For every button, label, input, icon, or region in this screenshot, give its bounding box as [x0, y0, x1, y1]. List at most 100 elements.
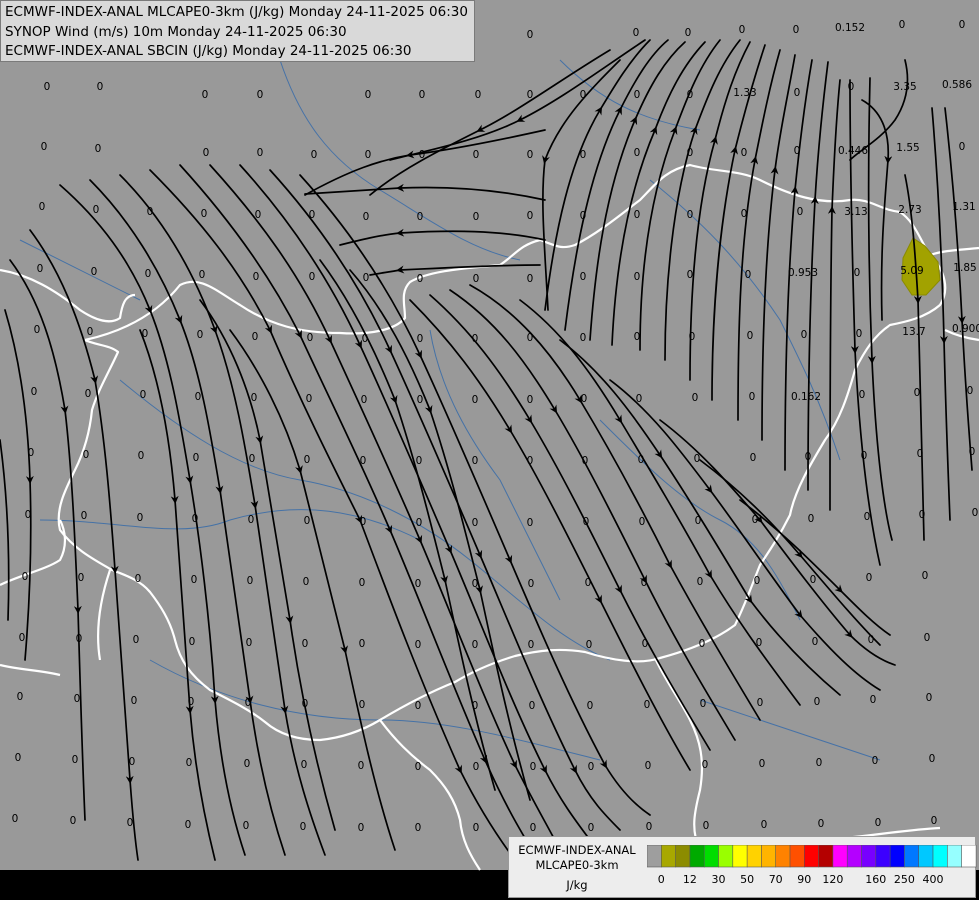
sbcin-value-label: 0 — [689, 331, 696, 343]
sbcin-value-label: 0 — [634, 209, 641, 221]
sbcin-value-label: 0 — [527, 29, 534, 41]
sbcin-value-label: 0 — [870, 694, 877, 706]
legend-color-swatch — [932, 845, 948, 868]
sbcin-value-label: 0 — [246, 637, 253, 649]
sbcin-value-label: 0 — [91, 266, 98, 278]
sbcin-value-label: 0 — [419, 149, 426, 161]
sbcin-value-label: 0 — [415, 822, 422, 834]
sbcin-value-label: 0 — [12, 813, 19, 825]
sbcin-value-label: 0 — [362, 333, 369, 345]
sbcin-value-label: 0 — [249, 453, 256, 465]
legend-tick-labels: 0 12 30 50 70 90 120 160 250 400 — [647, 873, 977, 891]
sbcin-value-label: 0 — [757, 697, 764, 709]
sbcin-value-label: 0 — [856, 328, 863, 340]
sbcin-value-label: 0 — [687, 147, 694, 159]
sbcin-value-label: 0 — [255, 209, 262, 221]
map-bottom-nodata — [0, 870, 508, 900]
sbcin-value-label: 0 — [697, 576, 704, 588]
sbcin-value-label: 0 — [31, 386, 38, 398]
sbcin-value-label: 0 — [44, 81, 51, 93]
sbcin-value-label: 0 — [794, 87, 801, 99]
sbcin-value-label: 0.900 — [952, 323, 979, 335]
sbcin-value-label: 0 — [528, 639, 535, 651]
sbcin-value-label: 0 — [931, 815, 938, 827]
sbcin-value-label: 0 — [93, 204, 100, 216]
legend-title-line2: MLCAPE0-3km — [535, 858, 619, 872]
sbcin-value-label: 5.09 — [900, 265, 923, 277]
sbcin-value-label: 0 — [694, 453, 701, 465]
sbcin-value-label: 1.33 — [733, 87, 756, 99]
sbcin-value-label: 0 — [358, 822, 365, 834]
sbcin-value-label: 0 — [859, 389, 866, 401]
sbcin-value-label: 0 — [34, 324, 41, 336]
sbcin-value-label: 0 — [473, 211, 480, 223]
sbcin-value-label: 0 — [875, 817, 882, 829]
sbcin-value-label: 0 — [646, 821, 653, 833]
sbcin-value-label: 0 — [359, 577, 366, 589]
sbcin-value-label: 1.85 — [953, 262, 976, 274]
sbcin-value-label: 0 — [70, 815, 77, 827]
sbcin-value-label: 0 — [360, 516, 367, 528]
sbcin-value-label: 0 — [868, 634, 875, 646]
sbcin-value-label: 0 — [189, 636, 196, 648]
legend-title-line1: ECMWF-INDEX-ANAL — [518, 843, 636, 857]
legend-panel: ECMWF-INDEX-ANAL MLCAPE0-3km J/kg 0 12 30 5… — [508, 836, 977, 898]
sbcin-value-label: 0 — [248, 514, 255, 526]
legend-tick-label: 250 — [893, 873, 915, 886]
sbcin-value-label: 0 — [244, 758, 251, 770]
sbcin-value-label: 0 — [415, 700, 422, 712]
legend-tick-label: 120 — [822, 873, 844, 886]
sbcin-value-label: 0 — [580, 89, 587, 101]
sbcin-value-label: 0 — [527, 210, 534, 222]
sbcin-value-label: 0 — [810, 574, 817, 586]
sbcin-value-label: 0 — [192, 513, 199, 525]
sbcin-value-label: 0 — [633, 27, 640, 39]
sbcin-value-label: 0 — [580, 149, 587, 161]
sbcin-value-label: 0 — [188, 696, 195, 708]
sbcin-value-label: 0 — [527, 89, 534, 101]
sbcin-value-label: 0 — [301, 759, 308, 771]
sbcin-value-label: 0 — [741, 208, 748, 220]
sbcin-value-label: 0 — [761, 819, 768, 831]
sbcin-value-label: 0 — [473, 149, 480, 161]
sbcin-value-label: 3.35 — [893, 81, 916, 93]
legend-color-swatch — [675, 845, 691, 868]
sbcin-value-label: 0 — [972, 507, 979, 519]
sbcin-value-label: 0 — [588, 761, 595, 773]
sbcin-value-label: 0 — [638, 454, 645, 466]
sbcin-value-label: 0 — [257, 147, 264, 159]
sbcin-value-label: 0 — [797, 206, 804, 218]
sbcin-value-label: 0 — [191, 574, 198, 586]
legend-color-swatch — [789, 845, 805, 868]
sbcin-value-label: 2.73 — [898, 204, 921, 216]
legend-tick-label: 90 — [797, 873, 812, 886]
sbcin-value-label: 0 — [695, 515, 702, 527]
sbcin-value-label: 0 — [587, 700, 594, 712]
sbcin-value-label: 0 — [417, 211, 424, 223]
sbcin-value-label: 0 — [794, 145, 801, 157]
sbcin-value-label: 0.953 — [788, 267, 818, 279]
sbcin-value-label: 0 — [472, 394, 479, 406]
sbcin-value-label: 0 — [360, 455, 367, 467]
sbcin-value-label: 0 — [959, 141, 966, 153]
legend-color-swatch — [761, 845, 777, 868]
sbcin-value-label: 0 — [750, 452, 757, 464]
sbcin-value-label: 0 — [848, 81, 855, 93]
sbcin-value-label: 0 — [147, 206, 154, 218]
sbcin-value-label: 0 — [78, 572, 85, 584]
legend-colorbar — [647, 845, 977, 868]
sbcin-value-label: 0 — [634, 89, 641, 101]
sbcin-value-label: 0 — [866, 572, 873, 584]
sbcin-value-label: 0 — [304, 515, 311, 527]
sbcin-value-label: 0 — [131, 695, 138, 707]
sbcin-value-label: 0 — [745, 269, 752, 281]
sbcin-value-label: 0 — [257, 89, 264, 101]
sbcin-value-label: 0 — [747, 330, 754, 342]
sbcin-value-label: 0 — [899, 19, 906, 31]
sbcin-value-label: 1.55 — [896, 142, 919, 154]
sbcin-value-label: 0 — [685, 27, 692, 39]
sbcin-value-label: 0 — [529, 700, 536, 712]
sbcin-value-label: 0 — [83, 449, 90, 461]
legend-tick-label: 0 — [657, 873, 665, 886]
sbcin-value-label: 0 — [527, 517, 534, 529]
